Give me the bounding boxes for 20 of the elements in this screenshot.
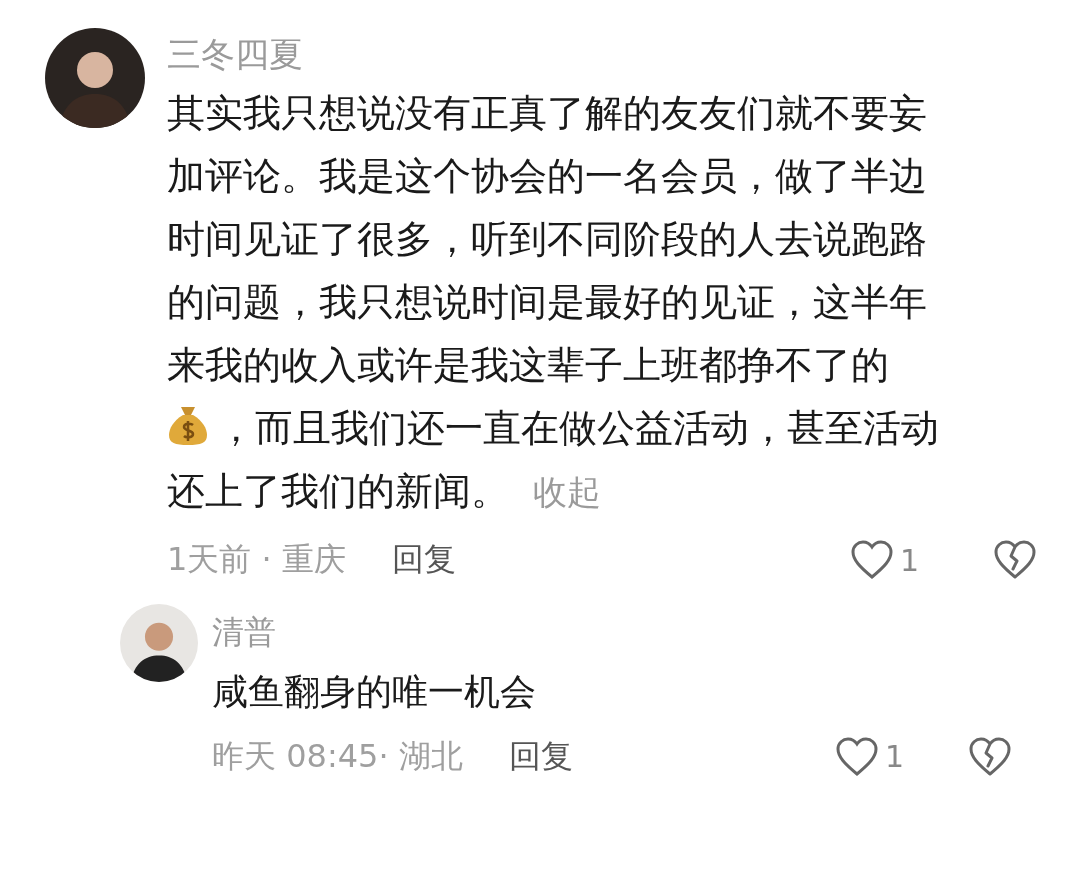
broken-heart-icon[interactable] [968,735,1012,778]
comment-text: 还上了我们的新闻。 [167,469,509,514]
timestamp-location: 1天前 · 重庆 [167,539,346,581]
reply-button[interactable]: 回复 [391,538,456,583]
username[interactable]: 三冬四夏 [167,32,1037,77]
collapse-link[interactable]: 收起 [533,472,601,513]
comment-text: 加评论。我是这个协会的一名会员，做了半边 [167,154,927,199]
username[interactable]: 清普 [212,612,1012,654]
comment-text: 时间见证了很多，听到不同阶段的人去说跑路 [167,217,927,262]
like-count: 1 [884,739,904,775]
heart-icon[interactable] [834,735,879,778]
comment-text: 来我的收入或许是我这辈子上班都挣不了的 [167,343,889,388]
timestamp-location: 昨天 08:45· 湖北 [212,735,463,777]
comment-text: 咸鱼翻身的唯一机会 [212,670,536,712]
like-count: 1 [899,542,919,578]
reply-button[interactable]: 回复 [508,734,573,779]
comment-text: 其实我只想说没有正真了解的友友们就不要妄 [167,91,927,136]
comment-text: ，而且我们还一直在做公益活动，甚至活动 [217,406,939,451]
heart-icon[interactable] [849,539,894,582]
comment-text: 的问题，我只想说时间是最好的见证，这半年 [167,280,927,325]
